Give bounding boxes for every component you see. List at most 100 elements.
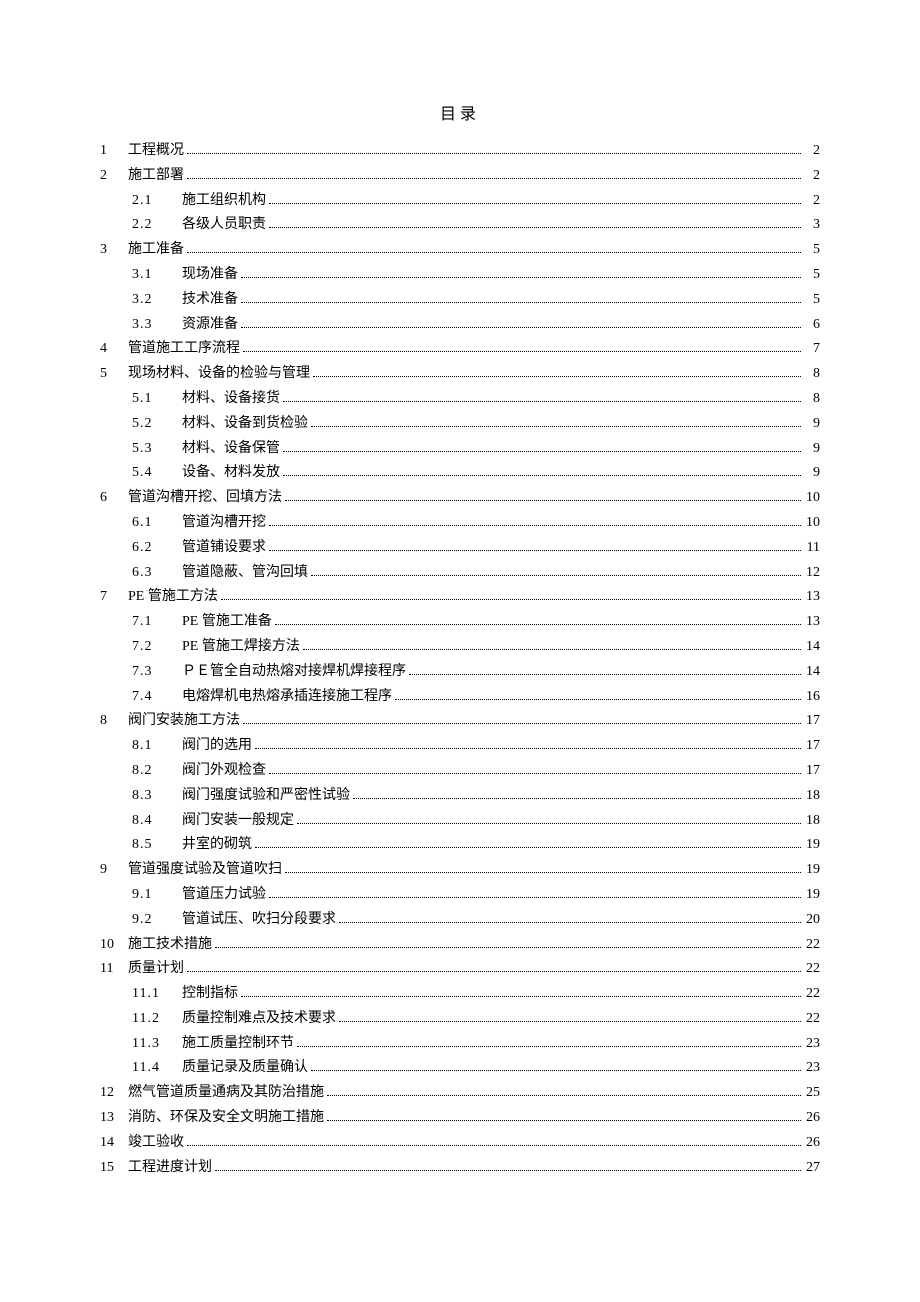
toc-entry-text: 质量计划: [128, 957, 184, 981]
toc-entry[interactable]: 5现场材料、设备的检验与管理8: [100, 362, 820, 386]
toc-leader-dots: [311, 426, 801, 427]
toc-entry-text: 阀门强度试验和严密性试验: [182, 784, 350, 808]
toc-entry[interactable]: 1工程概况2: [100, 139, 820, 163]
toc-entry[interactable]: 3施工准备5: [100, 238, 820, 262]
toc-entry-number: 7.1: [132, 610, 172, 634]
toc-entry-text: 电熔焊机电热熔承插连接施工程序: [182, 685, 392, 709]
toc-entry[interactable]: 8.1阀门的选用17: [100, 734, 820, 758]
toc-leader-dots: [269, 773, 801, 774]
toc-entry[interactable]: 8.4阀门安装一般规定18: [100, 809, 820, 833]
toc-entry-number: 3.3: [132, 313, 172, 337]
toc-entry-text: 消防、环保及安全文明施工措施: [128, 1106, 324, 1130]
toc-leader-dots: [243, 723, 801, 724]
toc-leader-dots: [285, 872, 801, 873]
toc-entry[interactable]: 5.1材料、设备接货8: [100, 387, 820, 411]
toc-entry-page: 19: [804, 833, 820, 857]
toc-entry-text: 现场准备: [182, 263, 238, 287]
toc-entry[interactable]: 8阀门安装施工方法17: [100, 709, 820, 733]
toc-entry[interactable]: 11.3施工质量控制环节23: [100, 1032, 820, 1056]
toc-entry[interactable]: 7PE 管施工方法13: [100, 585, 820, 609]
toc-entry-number: 5.4: [132, 461, 172, 485]
toc-entry[interactable]: 11.4质量记录及质量确认23: [100, 1056, 820, 1080]
toc-entry[interactable]: 11质量计划22: [100, 957, 820, 981]
toc-entry[interactable]: 11.2质量控制难点及技术要求22: [100, 1007, 820, 1031]
toc-entry-page: 22: [804, 982, 820, 1006]
toc-entry-number: 5.2: [132, 412, 172, 436]
toc-entry-page: 12: [804, 561, 820, 585]
toc-leader-dots: [255, 748, 801, 749]
toc-leader-dots: [187, 971, 801, 972]
toc-entry-number: 6.2: [132, 536, 172, 560]
toc-entry-text: 管道隐蔽、管沟回填: [182, 561, 308, 585]
toc-entry[interactable]: 2.2各级人员职责3: [100, 213, 820, 237]
toc-entry-page: 7: [804, 337, 820, 361]
toc-leader-dots: [215, 947, 801, 948]
toc-entry-page: 26: [804, 1131, 820, 1155]
toc-entry[interactable]: 9.2管道试压、吹扫分段要求20: [100, 908, 820, 932]
toc-leader-dots: [187, 1145, 801, 1146]
toc-entry[interactable]: 5.4设备、材料发放9: [100, 461, 820, 485]
toc-leader-dots: [409, 674, 801, 675]
toc-leader-dots: [283, 475, 801, 476]
toc-entry[interactable]: 3.3资源准备6: [100, 313, 820, 337]
toc-entry[interactable]: 5.3材料、设备保管9: [100, 437, 820, 461]
toc-entry[interactable]: 7.3ＰＥ管全自动热熔对接焊机焊接程序14: [100, 660, 820, 684]
toc-entry-page: 22: [804, 957, 820, 981]
toc-entry[interactable]: 8.2阀门外观检查17: [100, 759, 820, 783]
toc-entry[interactable]: 14竣工验收26: [100, 1131, 820, 1155]
toc-entry[interactable]: 7.2PE 管施工焊接方法14: [100, 635, 820, 659]
toc-entry[interactable]: 5.2材料、设备到货检验9: [100, 412, 820, 436]
toc-entry-text: PE 管施工方法: [128, 585, 218, 609]
toc-entry[interactable]: 6.3 管道隐蔽、管沟回填 12: [100, 561, 820, 585]
toc-entry[interactable]: 12燃气管道质量通病及其防治措施25: [100, 1081, 820, 1105]
toc-entry-number: 7.3: [132, 660, 172, 684]
toc-entry-page: 18: [804, 809, 820, 833]
toc-leader-dots: [283, 401, 801, 402]
toc-entry-page: 6: [804, 313, 820, 337]
toc-entry-text: 质量记录及质量确认: [182, 1056, 308, 1080]
toc-entry-number: 9.2: [132, 908, 172, 932]
toc-entry-page: 14: [804, 660, 820, 684]
toc-leader-dots: [313, 376, 801, 377]
toc-entry-text: 阀门外观检查: [182, 759, 266, 783]
toc-entry-page: 14: [804, 635, 820, 659]
toc-leader-dots: [269, 897, 801, 898]
toc-entry-text: 质量控制难点及技术要求: [182, 1007, 336, 1031]
toc-entry[interactable]: 6.2管道铺设要求11: [100, 536, 820, 560]
toc-entry[interactable]: 9管道强度试验及管道吹扫19: [100, 858, 820, 882]
toc-leader-dots: [269, 203, 801, 204]
toc-leader-dots: [327, 1120, 801, 1121]
toc-entry-number: 11.1: [132, 982, 172, 1006]
toc-entry-page: 13: [804, 610, 820, 634]
toc-entry-number: 6.3: [132, 561, 172, 585]
toc-entry[interactable]: 15工程进度计划27: [100, 1156, 820, 1180]
toc-entry-number: 8.1: [132, 734, 172, 758]
toc-entry-number: 9: [100, 858, 118, 882]
toc-entry[interactable]: 6.1管道沟槽开挖10: [100, 511, 820, 535]
toc-entry-page: 19: [804, 858, 820, 882]
toc-entry[interactable]: 13消防、环保及安全文明施工措施26: [100, 1106, 820, 1130]
toc-entry[interactable]: 7.1PE 管施工准备13: [100, 610, 820, 634]
toc-entry-text: 井室的砌筑: [182, 833, 252, 857]
toc-entry[interactable]: 8.5井室的砌筑19: [100, 833, 820, 857]
toc-entry[interactable]: 2.1施工组织机构2: [100, 189, 820, 213]
toc-entry[interactable]: 10施工技术措施22: [100, 933, 820, 957]
toc-entry[interactable]: 3.2技术准备5: [100, 288, 820, 312]
toc-entry-number: 2.1: [132, 189, 172, 213]
toc-entry-text: 施工准备: [128, 238, 184, 262]
toc-entry-number: 14: [100, 1131, 118, 1155]
toc-entry[interactable]: 8.3阀门强度试验和严密性试验18: [100, 784, 820, 808]
toc-entry[interactable]: 9.1管道压力试验19: [100, 883, 820, 907]
toc-entry[interactable]: 7.4电熔焊机电热熔承插连接施工程序16: [100, 685, 820, 709]
toc-entry[interactable]: 2施工部署2: [100, 164, 820, 188]
toc-entry[interactable]: 6管道沟槽开挖、回填方法10: [100, 486, 820, 510]
toc-entry-page: 17: [804, 734, 820, 758]
toc-entry[interactable]: 3.1现场准备5: [100, 263, 820, 287]
toc-entry[interactable]: 4管道施工工序流程7: [100, 337, 820, 361]
toc-entry-page: 9: [804, 437, 820, 461]
toc-entry-number: 5.1: [132, 387, 172, 411]
toc-entry-page: 17: [804, 709, 820, 733]
toc-entry-number: 6: [100, 486, 118, 510]
toc-leader-dots: [297, 823, 801, 824]
toc-entry[interactable]: 11.1控制指标22: [100, 982, 820, 1006]
